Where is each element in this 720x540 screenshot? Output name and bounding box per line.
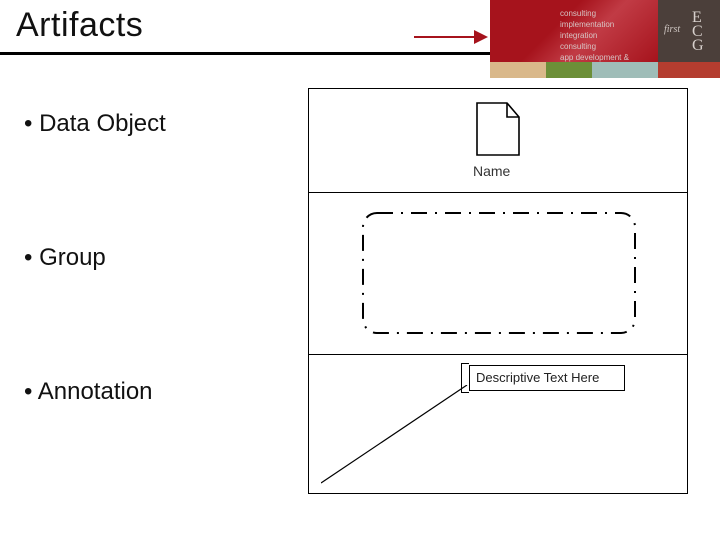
- bullet-data-object: Data Object: [24, 110, 294, 138]
- strip-teal: [592, 62, 658, 78]
- banner-service-line: integration: [560, 30, 650, 41]
- diagram-row-group: [308, 192, 688, 354]
- slide: Artifacts consulting implementation inte…: [0, 0, 720, 540]
- brand-first-text: first: [664, 24, 680, 36]
- strip-green: [546, 62, 592, 78]
- brand-banner: consulting implementation integration co…: [420, 0, 720, 78]
- bullet-list: Data Object Group Annotation: [24, 110, 294, 512]
- strip-red: [658, 62, 720, 78]
- annotation-connector-line: [321, 385, 469, 485]
- banner-service-line: consulting: [560, 8, 650, 19]
- diagram-panel: Name Descriptive Text Here: [308, 88, 688, 498]
- annotation-text-box: Descriptive Text Here: [469, 365, 625, 391]
- diagram-row-annotation: Descriptive Text Here: [308, 354, 688, 494]
- svg-text:G: G: [692, 37, 704, 54]
- bullet-annotation: Annotation: [24, 378, 294, 406]
- data-object-label: Name: [473, 163, 510, 179]
- strip-tan: [490, 62, 546, 78]
- diagram-row-data-object: Name: [308, 88, 688, 192]
- banner-arrow-icon: [414, 30, 488, 44]
- brand-logo: first E C G: [664, 8, 714, 54]
- banner-service-line: consulting: [560, 41, 650, 52]
- document-icon: [473, 99, 523, 159]
- banner-service-line: implementation: [560, 19, 650, 30]
- page-title: Artifacts: [16, 6, 143, 45]
- group-rounded-rect-icon: [357, 207, 641, 339]
- annotation-bracket-icon: [461, 363, 469, 393]
- banner-color-strip: [490, 62, 720, 78]
- bullet-group: Group: [24, 244, 294, 272]
